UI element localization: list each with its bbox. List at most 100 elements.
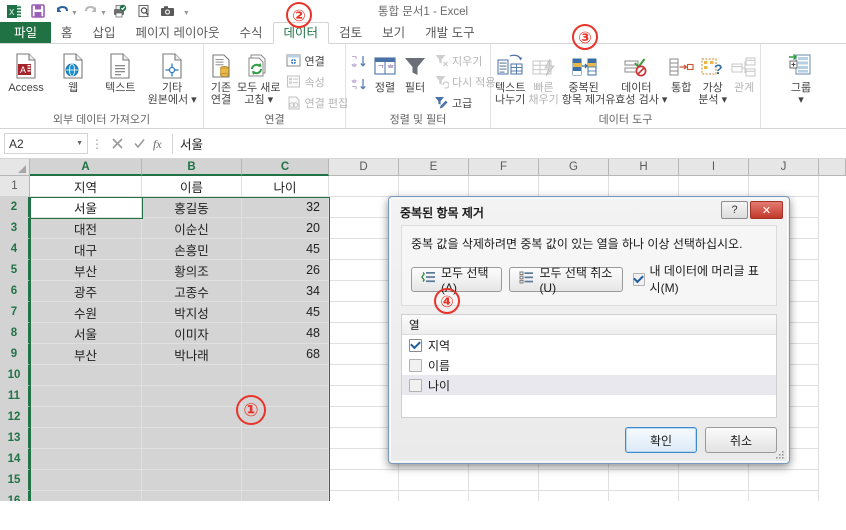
cell-B16[interactable] — [142, 491, 242, 501]
cell-A12[interactable] — [30, 407, 142, 428]
row-header-9[interactable]: 9 — [0, 344, 30, 365]
cell-A6[interactable]: 광주 — [30, 281, 142, 302]
cell-B3[interactable]: 이순신 — [142, 218, 242, 239]
enter-icon[interactable] — [128, 134, 150, 154]
columns-list[interactable]: 열 지역 이름 나이 — [401, 314, 777, 418]
cell-B1[interactable]: 이름 — [142, 176, 242, 197]
customize-qat-icon[interactable]: ▼ — [183, 10, 190, 17]
ok-button[interactable]: 확인 — [625, 427, 697, 453]
cancel-icon[interactable] — [106, 134, 128, 154]
row-header-8[interactable]: 8 — [0, 323, 30, 344]
quick-access-toolbar[interactable]: X ▼ ▼ ▼ — [0, 1, 190, 21]
tab-view[interactable]: 보기 — [372, 23, 415, 44]
cell-C4[interactable]: 45 — [242, 239, 329, 260]
cell-B7[interactable]: 박지성 — [142, 302, 242, 323]
cell-A13[interactable] — [30, 428, 142, 449]
undo-dropdown-icon[interactable]: ▼ — [71, 10, 78, 17]
cell-A4[interactable]: 대구 — [30, 239, 142, 260]
cell-C9[interactable]: 68 — [242, 344, 329, 365]
what-if-analysis-sublabel[interactable]: 분석 ▾ — [698, 94, 727, 106]
text-to-columns-button[interactable]: 텍스트 나누기 — [494, 48, 526, 106]
cell-F16[interactable] — [469, 491, 539, 501]
cell-B12[interactable] — [142, 407, 242, 428]
tab-review[interactable]: 검토 — [329, 23, 372, 44]
cell-A5[interactable]: 부산 — [30, 260, 142, 281]
what-if-analysis-button[interactable]: ? 가상 분석 ▾ — [697, 48, 728, 106]
get-data-from-web-button[interactable]: 웹 — [50, 48, 96, 94]
cell-A14[interactable] — [30, 449, 142, 470]
print-preview-icon[interactable] — [133, 1, 155, 21]
cell-C6[interactable]: 34 — [242, 281, 329, 302]
row-header-2[interactable]: 2 — [0, 197, 30, 218]
row-header-11[interactable]: 11 — [0, 386, 30, 407]
cell-A7[interactable]: 수원 — [30, 302, 142, 323]
cell-J1[interactable] — [749, 176, 819, 197]
cell-J16[interactable] — [749, 491, 819, 501]
list-item[interactable]: 지역 — [402, 335, 776, 355]
cell-C5[interactable]: 26 — [242, 260, 329, 281]
connections-button[interactable]: 연결 — [283, 51, 352, 70]
row-header-7[interactable]: 7 — [0, 302, 30, 323]
cell-F1[interactable] — [469, 176, 539, 197]
list-item[interactable]: 나이 — [402, 375, 776, 395]
refresh-all-sublabel[interactable]: 고침 ▾ — [244, 94, 273, 106]
cell-A8[interactable]: 서울 — [30, 323, 142, 344]
column-header-G[interactable]: G — [539, 159, 609, 176]
checkbox-icon[interactable] — [633, 272, 645, 286]
tab-file[interactable]: 파일 — [0, 22, 52, 44]
cell-G16[interactable] — [539, 491, 609, 501]
cell-A15[interactable] — [30, 470, 142, 491]
column-header-I[interactable]: I — [679, 159, 749, 176]
list-item[interactable]: 이름 — [402, 355, 776, 375]
resize-grip-icon[interactable] — [774, 449, 785, 460]
my-data-has-headers-checkbox[interactable]: 내 데이터에 머리글 표시(M) — [633, 262, 767, 296]
cell-B11[interactable] — [142, 386, 242, 407]
cell-A11[interactable] — [30, 386, 142, 407]
checkbox-icon[interactable] — [409, 378, 422, 392]
cell-J15[interactable] — [749, 470, 819, 491]
undo-icon[interactable] — [51, 1, 73, 21]
camera-icon[interactable] — [157, 1, 179, 21]
cell-E16[interactable] — [399, 491, 469, 501]
row-header-15[interactable]: 15 — [0, 470, 30, 491]
column-header-B[interactable]: B — [142, 159, 242, 176]
sort-ascending-button[interactable]: ᄀ ᄒ — [349, 52, 369, 71]
unselect-all-button[interactable]: 모두 선택 취소(U) — [509, 266, 624, 295]
remove-duplicates-button[interactable]: 중복된 항목 제거 — [561, 48, 607, 106]
cell-C7[interactable]: 45 — [242, 302, 329, 323]
group-sublabel[interactable]: ▾ — [798, 94, 804, 106]
ribbon-tabs[interactable]: 파일 홈 삽입 페이지 레이아웃 수식 데이터 검토 보기 개발 도구 — [0, 22, 846, 44]
refresh-all-button[interactable]: 모두 새로 고침 ▾ — [236, 48, 282, 106]
cell-F15[interactable] — [469, 470, 539, 491]
name-box-dropdown-icon[interactable]: ▼ — [76, 140, 83, 147]
group-button[interactable]: 그룹 ▾ — [779, 48, 823, 106]
tab-page-layout[interactable]: 페이지 레이아웃 — [126, 23, 230, 44]
cell-D16[interactable] — [329, 491, 399, 501]
row-header-1[interactable]: 1 — [0, 176, 30, 197]
row-header-14[interactable]: 14 — [0, 449, 30, 470]
cell-D15[interactable] — [329, 470, 399, 491]
quick-print-icon[interactable] — [109, 1, 131, 21]
formula-input[interactable]: 서울 — [172, 133, 842, 154]
cell-G1[interactable] — [539, 176, 609, 197]
cell-B4[interactable]: 손흥민 — [142, 239, 242, 260]
cell-I16[interactable] — [679, 491, 749, 501]
cell-A16[interactable] — [30, 491, 142, 501]
cell-C10[interactable] — [242, 365, 329, 386]
cell-A3[interactable]: 대전 — [30, 218, 142, 239]
tab-formulas[interactable]: 수식 — [230, 23, 273, 44]
cell-H1[interactable] — [609, 176, 679, 197]
save-icon[interactable] — [27, 1, 49, 21]
cell-A2[interactable]: 서울 — [30, 197, 142, 218]
column-header-A[interactable]: A — [30, 159, 142, 176]
select-all-corner[interactable] — [0, 159, 30, 176]
column-header-E[interactable]: E — [399, 159, 469, 176]
row-header-10[interactable]: 10 — [0, 365, 30, 386]
advanced-filter-button[interactable]: 고급 — [430, 93, 499, 112]
cell-H15[interactable] — [609, 470, 679, 491]
row-header-12[interactable]: 12 — [0, 407, 30, 428]
cell-H16[interactable] — [609, 491, 679, 501]
cell-B5[interactable]: 황의조 — [142, 260, 242, 281]
column-header-J[interactable]: J — [749, 159, 819, 176]
checkbox-icon[interactable] — [409, 338, 422, 352]
